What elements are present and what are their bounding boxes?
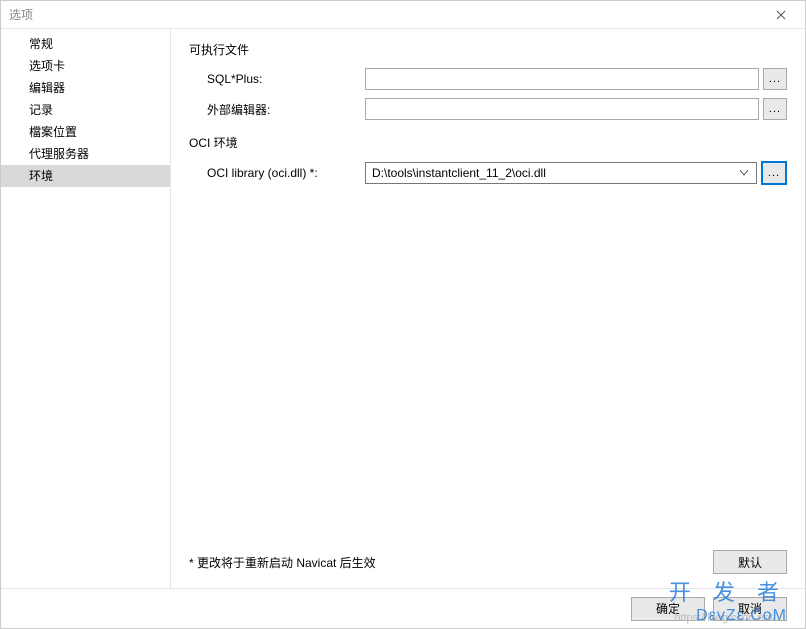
main-panel: 可执行文件 SQL*Plus: ... 外部编辑器: ... OCI 环境 OC… xyxy=(171,29,805,588)
field-external-editor: 外部编辑器: ... xyxy=(189,98,787,120)
body: 常规 选项卡 编辑器 记录 檔案位置 代理服务器 环境 可执行文件 SQL*Pl… xyxy=(1,29,805,588)
chevron-down-icon xyxy=(736,170,752,176)
sidebar-item-label: 代理服务器 xyxy=(29,147,89,161)
sqlplus-label: SQL*Plus: xyxy=(189,72,365,86)
sidebar-item-records[interactable]: 记录 xyxy=(1,99,170,121)
window-title: 选项 xyxy=(9,6,33,23)
sidebar: 常规 选项卡 编辑器 记录 檔案位置 代理服务器 环境 xyxy=(1,29,171,588)
footer-row: * 更改将于重新启动 Navicat 后生效 默认 xyxy=(189,550,787,574)
spacer xyxy=(189,193,787,550)
sidebar-item-label: 常规 xyxy=(29,37,53,51)
close-button[interactable] xyxy=(761,2,801,28)
default-button-label: 默认 xyxy=(738,554,762,571)
bottom-bar: https://blog.csdn.net/... 确定 取消 开 发 者 Dε… xyxy=(1,588,805,628)
oci-library-label: OCI library (oci.dll) *: xyxy=(189,166,365,180)
sidebar-item-environment[interactable]: 环境 xyxy=(1,165,170,187)
external-editor-input[interactable] xyxy=(365,98,759,120)
sidebar-item-label: 环境 xyxy=(29,169,53,183)
footer-note: * 更改将于重新启动 Navicat 后生效 xyxy=(189,554,713,571)
field-sqlplus: SQL*Plus: ... xyxy=(189,68,787,90)
sidebar-item-general[interactable]: 常规 xyxy=(1,33,170,55)
ellipsis-icon: ... xyxy=(769,103,781,115)
close-icon xyxy=(776,10,786,20)
section-oci-title: OCI 环境 xyxy=(189,134,787,151)
sidebar-item-proxy[interactable]: 代理服务器 xyxy=(1,143,170,165)
section-executable-title: 可执行文件 xyxy=(189,41,787,58)
oci-library-value: D:\tools\instantclient_11_2\oci.dll xyxy=(372,166,736,180)
oci-library-combo[interactable]: D:\tools\instantclient_11_2\oci.dll xyxy=(365,162,757,184)
sidebar-item-tabs[interactable]: 选项卡 xyxy=(1,55,170,77)
sidebar-item-label: 檔案位置 xyxy=(29,125,77,139)
sidebar-item-file-location[interactable]: 檔案位置 xyxy=(1,121,170,143)
external-editor-browse-button[interactable]: ... xyxy=(763,98,787,120)
titlebar: 选项 xyxy=(1,1,805,29)
field-oci-library: OCI library (oci.dll) *: D:\tools\instan… xyxy=(189,161,787,185)
external-editor-label: 外部编辑器: xyxy=(189,101,365,118)
oci-library-browse-button[interactable]: ... xyxy=(761,161,787,185)
sqlplus-browse-button[interactable]: ... xyxy=(763,68,787,90)
sidebar-item-label: 选项卡 xyxy=(29,59,65,73)
ellipsis-icon: ... xyxy=(769,73,781,85)
sqlplus-input[interactable] xyxy=(365,68,759,90)
sidebar-item-label: 记录 xyxy=(29,103,53,117)
default-button[interactable]: 默认 xyxy=(713,550,787,574)
sidebar-item-editor[interactable]: 编辑器 xyxy=(1,77,170,99)
sidebar-item-label: 编辑器 xyxy=(29,81,65,95)
watermark-url: https://blog.csdn.net/... xyxy=(674,612,785,624)
options-window: 选项 常规 选项卡 编辑器 记录 檔案位置 代理服务器 环境 可执行文件 SQL… xyxy=(0,0,806,629)
ellipsis-icon: ... xyxy=(768,167,780,179)
